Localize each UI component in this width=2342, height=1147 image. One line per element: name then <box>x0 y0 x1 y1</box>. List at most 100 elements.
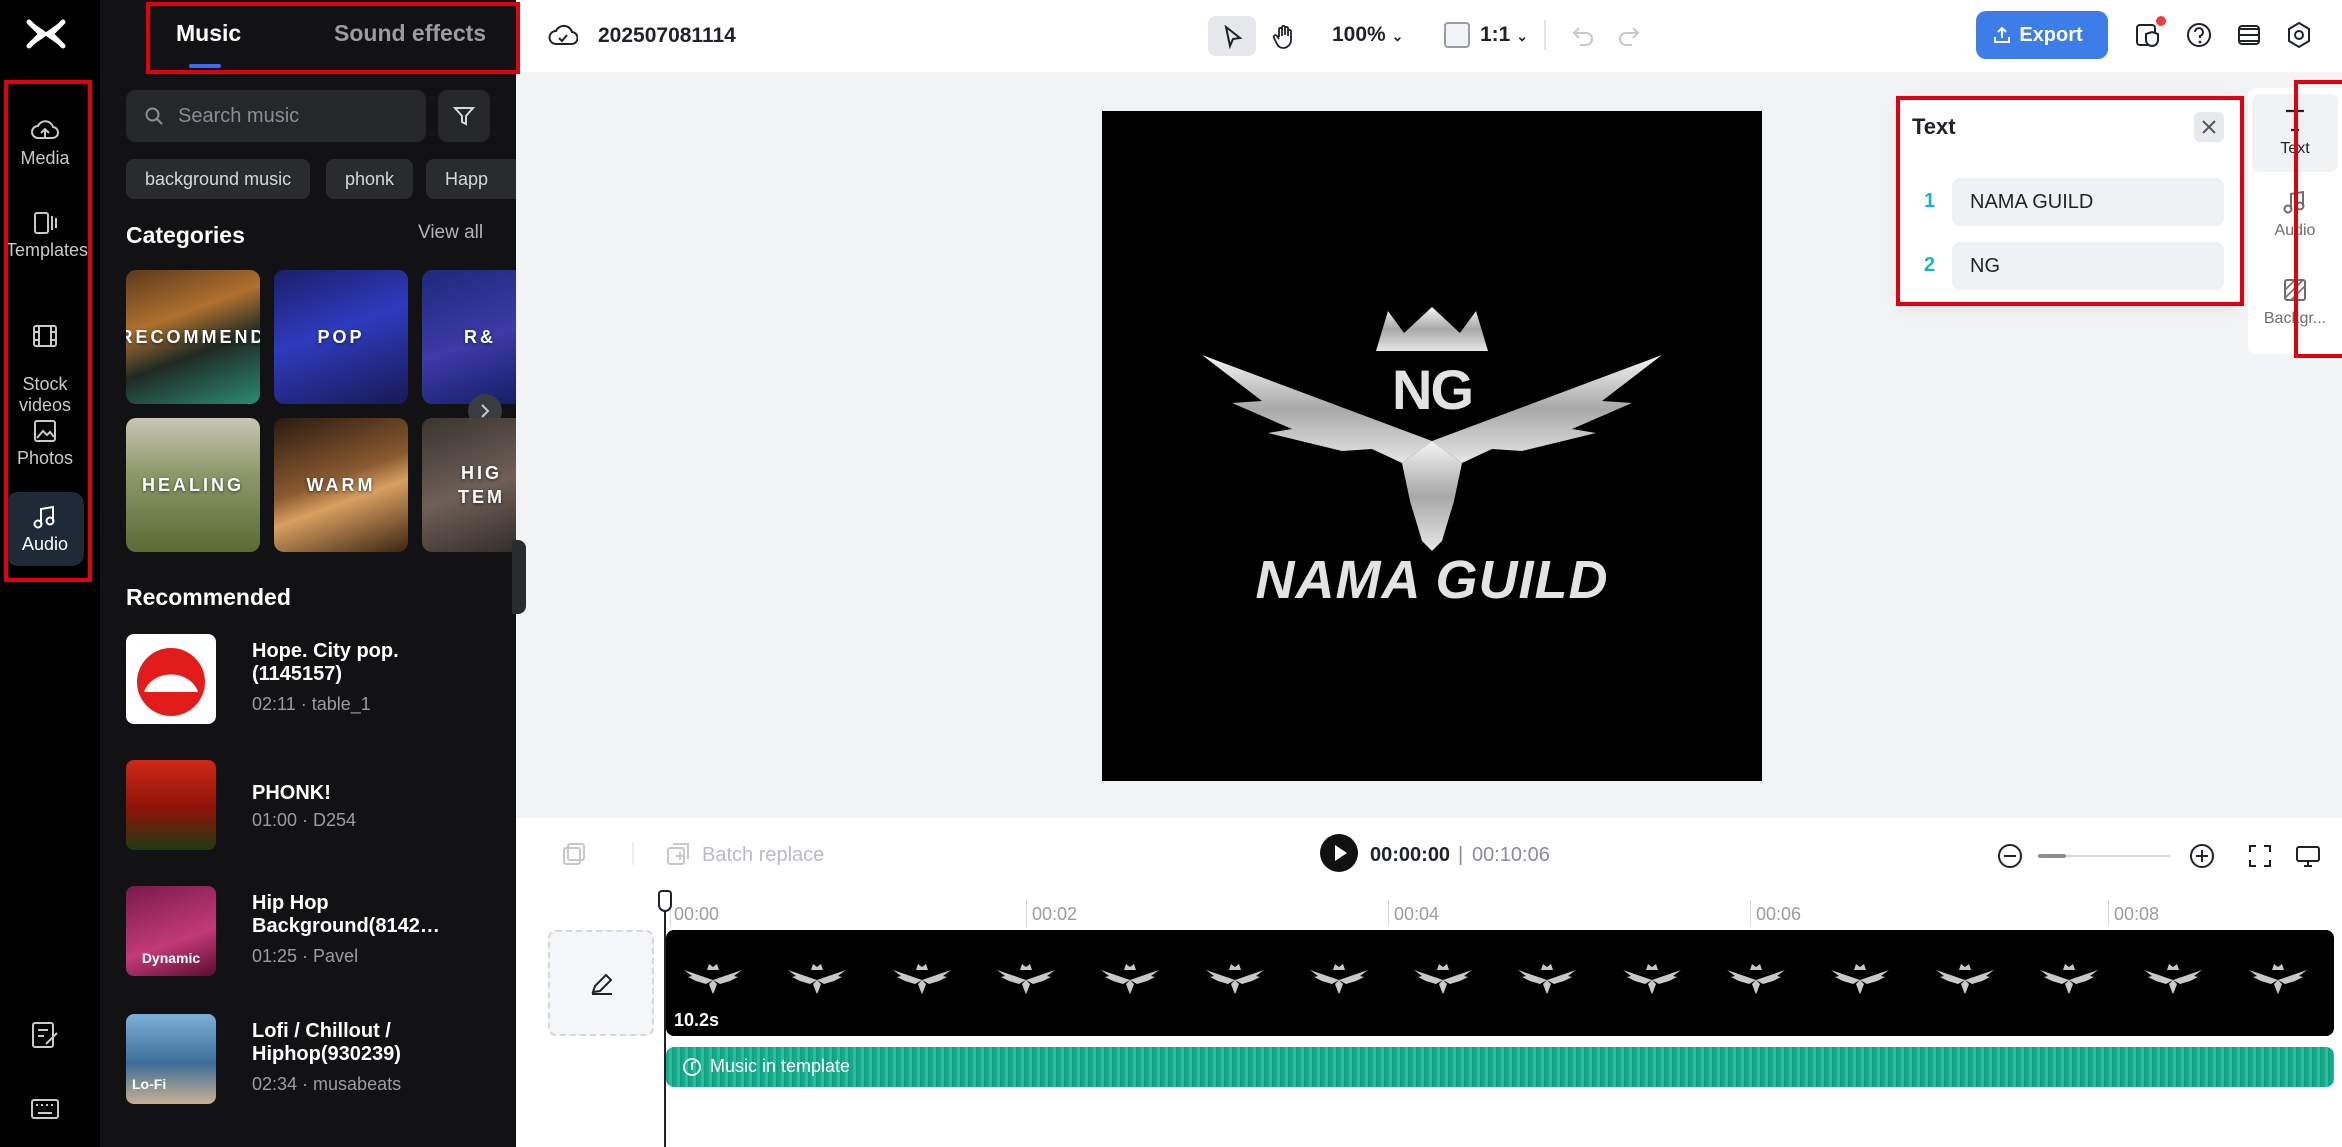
right-item-text[interactable]: Text <box>2252 94 2338 172</box>
rail-label-media: Media <box>20 148 70 168</box>
text-edit-popup: Text 1 NAMA GUILD 2 NG <box>1900 98 2240 304</box>
audio-track[interactable]: Music in template <box>666 1047 2334 1087</box>
rail-item-audio[interactable]: Audio <box>6 492 84 566</box>
track-title: Hope. City pop. (1145157) <box>252 640 399 685</box>
category-warm[interactable]: WARM <box>274 418 408 552</box>
text-field-2[interactable]: NG <box>1952 242 2224 290</box>
cloud-upload-icon <box>31 120 59 139</box>
templates-icon <box>34 212 57 234</box>
pen-icon <box>591 973 613 995</box>
filter-button[interactable] <box>438 90 490 142</box>
video-frame-thumbnail <box>684 964 742 994</box>
track-item[interactable]: Lo-Fi Lofi / Chillout / Hiphop(930239) 0… <box>126 1014 506 1106</box>
timeline-zoom-slider[interactable] <box>2038 854 2170 858</box>
fit-screen-icon[interactable] <box>2246 842 2274 870</box>
music-search[interactable] <box>126 90 426 142</box>
text-icon <box>2286 109 2304 132</box>
image-icon <box>34 420 56 442</box>
video-frame-thumbnail <box>1205 964 1264 994</box>
zoom-out-icon[interactable] <box>1996 842 2024 870</box>
undo-icon[interactable] <box>1570 22 1596 48</box>
text-field-1[interactable]: NAMA GUILD <box>1952 178 2224 226</box>
category-healing[interactable]: HEALING <box>126 418 260 552</box>
project-name[interactable]: 202507081114 <box>598 24 736 48</box>
text-index: 2 <box>1924 254 1936 276</box>
ruler-tick <box>1750 900 1751 926</box>
notifications-button[interactable] <box>2132 16 2166 50</box>
view-all-link[interactable]: View all <box>418 222 483 244</box>
help-icon[interactable] <box>2184 20 2214 50</box>
rail-item-templates[interactable]: Templates <box>6 210 88 261</box>
rail-item-photos[interactable]: Photos <box>6 418 84 469</box>
tab-music[interactable]: Music <box>176 20 241 47</box>
preview-canvas[interactable]: NG NAMA GUILD <box>1102 111 1762 781</box>
video-frame-thumbnail <box>1414 964 1473 994</box>
tab-sound-effects[interactable]: Sound effects <box>334 20 486 47</box>
video-track[interactable]: 10.2s <box>666 930 2334 1036</box>
playhead[interactable] <box>664 896 666 1147</box>
video-frame-thumbnail <box>892 964 951 994</box>
video-frame-thumbnail <box>1309 964 1368 994</box>
category-high-tempo[interactable]: HIG TEM <box>422 418 516 552</box>
video-duration: 10.2s <box>674 1010 720 1030</box>
filter-icon <box>452 107 476 126</box>
preview-monitor-icon[interactable] <box>2294 842 2322 870</box>
top-bar: 202507081114 100% ⌄ 1:1 ⌄ Export <box>516 0 2342 72</box>
track-cover-badge: Lo-Fi <box>132 1076 167 1092</box>
copy-icon[interactable] <box>560 840 588 868</box>
categories-title: Categories <box>126 222 245 248</box>
track-item[interactable]: Dynamic Hip Hop Background(8142… 01:25 ·… <box>126 886 506 978</box>
hand-tool-button[interactable] <box>1260 16 1308 56</box>
ruler-label: 00:04 <box>1394 904 1440 924</box>
right-item-label: Backgr... <box>2263 310 2327 327</box>
track-cover: Lo-Fi <box>126 1014 216 1104</box>
chip-happy[interactable]: Happ <box>426 159 516 199</box>
track-item[interactable]: PHONK! 01:00 · D254 <box>126 760 506 852</box>
capcut-logo-icon[interactable] <box>25 14 67 54</box>
video-frame-thumbnail <box>1622 964 1681 994</box>
rail-item-media[interactable]: Media <box>6 118 84 169</box>
panel-collapse-handle[interactable] <box>512 540 526 614</box>
category-rnb[interactable]: R& <box>422 270 516 404</box>
ruler-tick <box>2108 900 2109 926</box>
music-disc-icon <box>683 1058 701 1076</box>
cloud-sync-icon[interactable] <box>548 22 578 50</box>
rail-label-photos: Photos <box>16 448 74 468</box>
edit-cover-button[interactable] <box>548 930 654 1036</box>
search-input[interactable] <box>178 100 408 132</box>
video-frame-thumbnail <box>1518 964 1577 994</box>
slider-handle[interactable] <box>2038 854 2066 858</box>
right-item-label: Audio <box>2274 222 2316 239</box>
batch-replace-button[interactable]: Batch replace <box>702 844 824 867</box>
chip-phonk[interactable]: phonk <box>326 159 414 199</box>
track-cover <box>126 634 216 724</box>
play-button[interactable] <box>1320 834 1358 872</box>
video-frame-thumbnail <box>1101 964 1160 994</box>
video-frame-thumbnail <box>2144 964 2203 994</box>
ruler-tick <box>1026 900 1027 926</box>
chip-background-music[interactable]: background music <box>126 159 311 199</box>
upload-icon <box>1994 26 2010 43</box>
timeline: Batch replace 00:00:00 | 00:10:06 00:00 … <box>516 818 2342 1147</box>
track-item[interactable]: Hope. City pop. (1145157) 02:11 · table_… <box>126 634 506 726</box>
recommended-title: Recommended <box>126 584 291 610</box>
export-button[interactable]: Export <box>1976 11 2108 59</box>
right-item-audio[interactable]: Audio <box>2252 188 2338 240</box>
edit-notes-icon[interactable] <box>28 1018 62 1052</box>
close-button[interactable] <box>2194 112 2224 142</box>
music-note-icon <box>2283 190 2305 214</box>
select-tool-button[interactable] <box>1208 16 1256 56</box>
zoom-dropdown[interactable]: 100% ⌄ <box>1332 23 1403 47</box>
rail-item-stock-videos[interactable]: Stock videos <box>6 302 84 416</box>
batch-replace-icon[interactable] <box>664 840 692 868</box>
right-item-background[interactable]: Backgr... <box>2252 276 2338 328</box>
playhead-handle[interactable] <box>658 890 672 912</box>
layers-icon[interactable] <box>2234 20 2264 50</box>
settings-icon[interactable] <box>2284 20 2314 50</box>
category-pop[interactable]: POP <box>274 270 408 404</box>
ratio-dropdown[interactable]: 1:1 ⌄ <box>1480 23 1528 47</box>
category-recommend[interactable]: RECOMMEND <box>126 270 260 404</box>
keyboard-icon[interactable] <box>28 1092 62 1126</box>
zoom-in-icon[interactable] <box>2188 842 2216 870</box>
redo-icon[interactable] <box>1616 22 1642 48</box>
